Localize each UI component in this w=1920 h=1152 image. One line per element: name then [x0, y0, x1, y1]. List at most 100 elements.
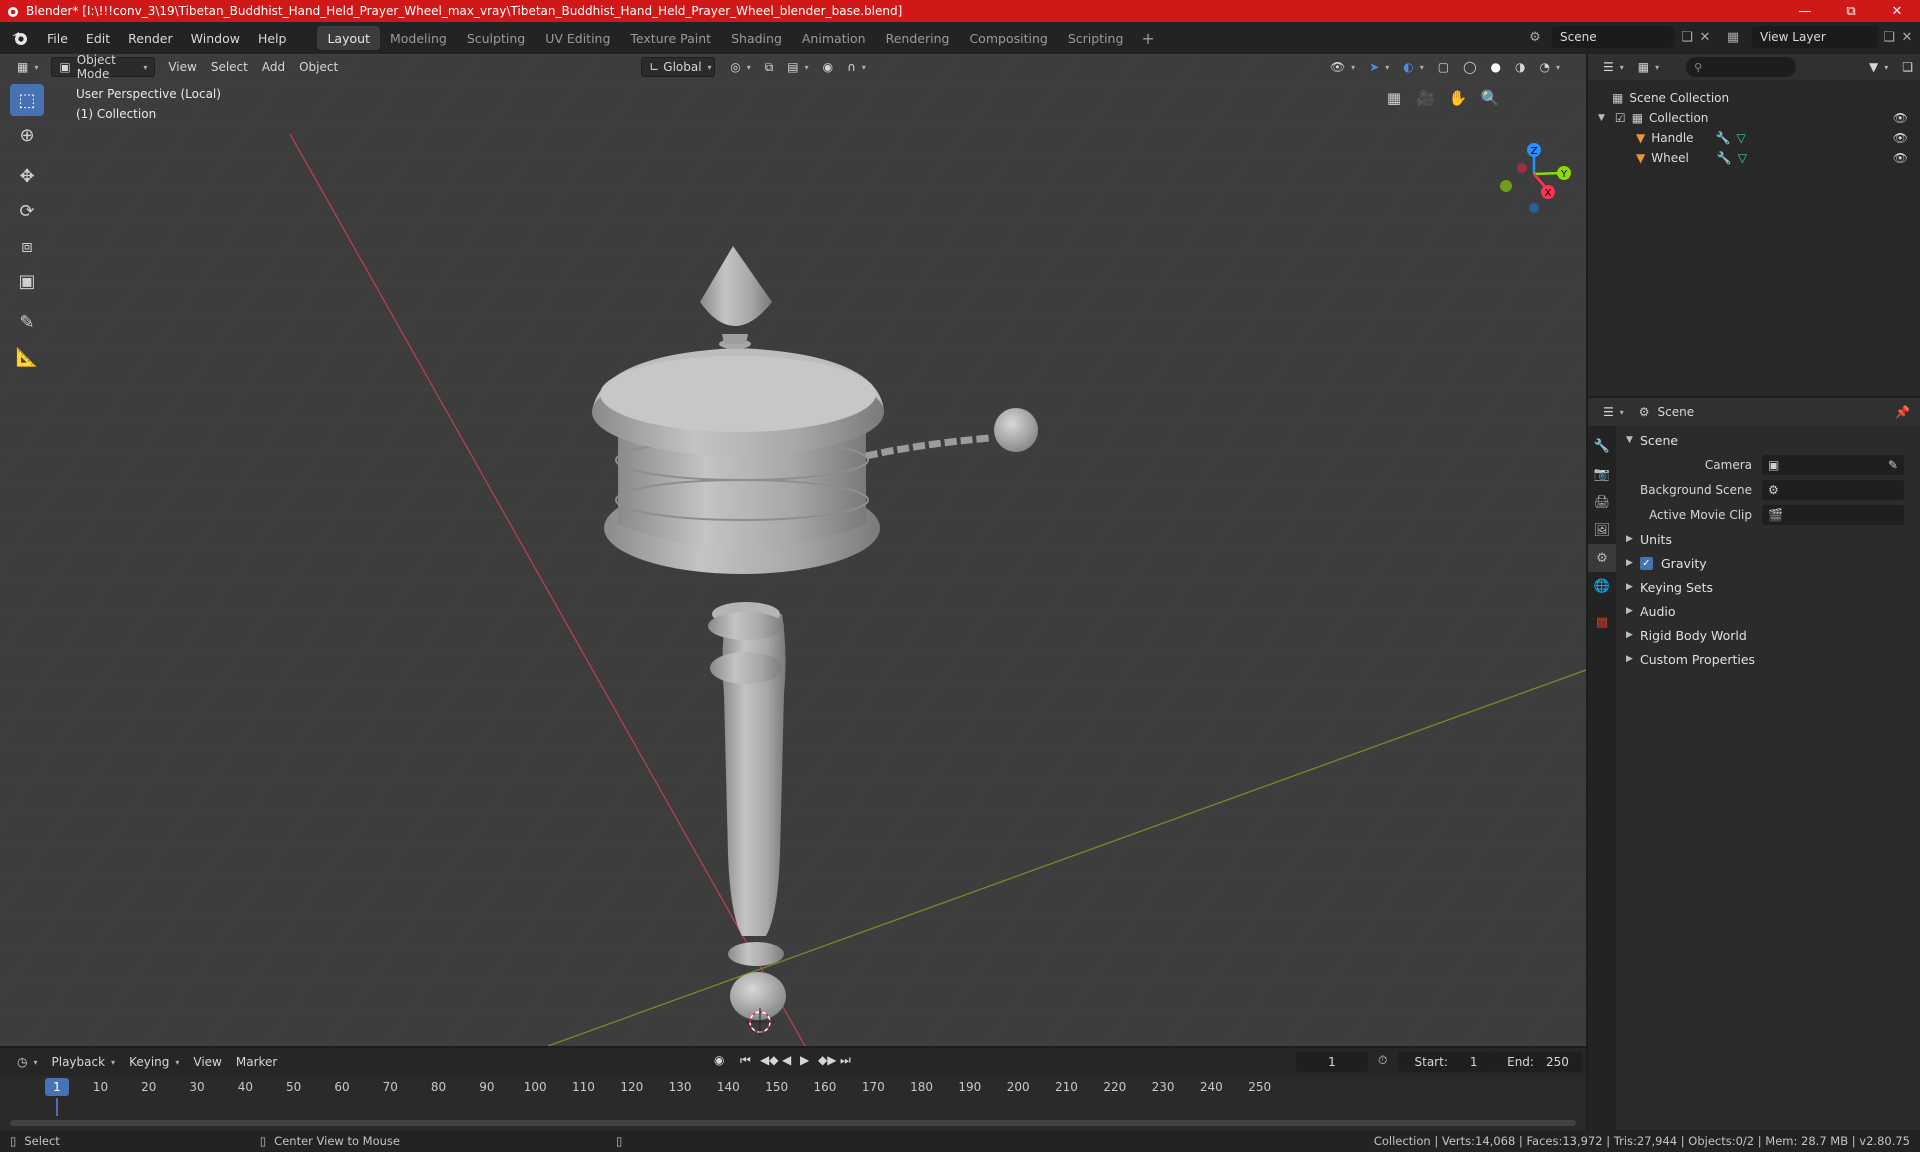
- camera-view-icon[interactable]: 🎥: [1412, 84, 1440, 112]
- active-movie-clip-field[interactable]: 🎬: [1762, 504, 1904, 525]
- record-icon[interactable]: ◉: [714, 1053, 724, 1067]
- gravity-checkbox[interactable]: ✓: [1640, 556, 1653, 570]
- proportional-edit-icon[interactable]: ◉: [816, 57, 840, 77]
- outliner-search-input[interactable]: ⚲: [1686, 57, 1797, 77]
- jump-end-icon[interactable]: ⏭: [840, 1053, 851, 1068]
- preview-range-icon[interactable]: ⏱: [1378, 1053, 1387, 1068]
- menu-view[interactable]: View: [161, 57, 203, 77]
- maximize-button[interactable]: ⧉: [1828, 0, 1874, 22]
- rendered-shading-icon[interactable]: ◔ ▾: [1533, 57, 1568, 77]
- overlay-toggle-icon[interactable]: ◐ ▾: [1396, 57, 1431, 77]
- handle-modifier-icon[interactable]: 🔧: [1716, 131, 1731, 145]
- tab-texture-paint[interactable]: Texture Paint: [620, 26, 721, 50]
- tab-rendering[interactable]: Rendering: [876, 26, 960, 50]
- menu-render[interactable]: Render: [119, 31, 182, 46]
- display-mode-icon[interactable]: ▦ ▾: [1631, 57, 1666, 77]
- menu-keying[interactable]: Keying ▾: [122, 1052, 186, 1072]
- audio-panel-header[interactable]: ▶ Audio: [1616, 599, 1920, 623]
- blender-menu-icon[interactable]: [10, 28, 30, 48]
- play-icon[interactable]: ▶: [800, 1053, 809, 1067]
- collection-checkbox-icon[interactable]: ☑: [1615, 111, 1626, 125]
- pivot-point-icon[interactable]: ◎ ▾: [723, 57, 758, 77]
- zoom-view-icon[interactable]: 🔍: [1476, 84, 1504, 112]
- wheel-modifier-icon[interactable]: 🔧: [1717, 151, 1732, 165]
- end-frame-field[interactable]: End: 250: [1494, 1052, 1582, 1072]
- rotate-tool-icon[interactable]: ⟳: [10, 195, 44, 227]
- handle-mesh-data-icon[interactable]: ▽: [1737, 131, 1746, 145]
- menu-timeline-view[interactable]: View: [186, 1052, 228, 1072]
- material-shading-icon[interactable]: ◑: [1508, 57, 1532, 77]
- timeline-ruler[interactable]: 1 10 20 30 40 50 60 70 80 90 100 110 120 130 140 150 160…: [0, 1076, 1586, 1098]
- menu-playback[interactable]: Playback ▾: [45, 1052, 123, 1072]
- jump-start-icon[interactable]: ⏮: [740, 1053, 751, 1068]
- tab-compositing[interactable]: Compositing: [959, 26, 1057, 50]
- snap-icon[interactable]: ⧉: [758, 57, 781, 77]
- world-properties-tab-icon[interactable]: 🌐: [1588, 572, 1616, 600]
- menu-marker[interactable]: Marker: [229, 1052, 284, 1072]
- timeline-editor-type-icon[interactable]: ◷ ▾: [10, 1052, 45, 1072]
- toggle-grid-icon[interactable]: ▦: [1380, 84, 1408, 112]
- units-panel-header[interactable]: ▶ Units: [1616, 527, 1920, 551]
- rigid-body-world-panel-header[interactable]: ▶ Rigid Body World: [1616, 623, 1920, 647]
- play-reverse-icon[interactable]: ◀: [782, 1053, 791, 1067]
- gizmo-toggle-icon[interactable]: ➤ ▾: [1362, 57, 1396, 77]
- menu-file[interactable]: File: [38, 31, 77, 46]
- delete-scene-icon[interactable]: ✕: [1696, 28, 1714, 46]
- measure-tool-icon[interactable]: 📐: [10, 341, 44, 373]
- tab-sculpting[interactable]: Sculpting: [457, 26, 535, 50]
- tab-uv-editing[interactable]: UV Editing: [535, 26, 620, 50]
- menu-window[interactable]: Window: [182, 31, 249, 46]
- move-tool-icon[interactable]: ✥: [10, 160, 44, 192]
- new-scene-icon[interactable]: ❏: [1678, 28, 1696, 46]
- texture-properties-tab-icon[interactable]: ▩: [1588, 608, 1616, 636]
- pin-icon[interactable]: 📌: [1895, 405, 1910, 419]
- current-frame-field[interactable]: 1: [1296, 1052, 1368, 1072]
- scene-selector-icon[interactable]: ⚙: [1526, 28, 1544, 46]
- handle-visibility-icon[interactable]: 👁: [1893, 131, 1908, 145]
- gravity-panel-header[interactable]: ▶ ✓ Gravity: [1616, 551, 1920, 575]
- properties-editor-type-icon[interactable]: ☰ ▾: [1596, 402, 1631, 422]
- current-frame-indicator[interactable]: 1: [45, 1078, 69, 1096]
- new-view-layer-icon[interactable]: ❏: [1880, 28, 1898, 46]
- minimize-button[interactable]: —: [1782, 0, 1828, 22]
- menu-select[interactable]: Select: [204, 57, 255, 77]
- falloff-icon[interactable]: ∩ ▾: [840, 57, 873, 77]
- collection-expand-icon[interactable]: ▼: [1598, 113, 1605, 123]
- tab-scripting[interactable]: Scripting: [1058, 26, 1134, 50]
- camera-field[interactable]: ▣ ✎: [1762, 454, 1904, 475]
- custom-properties-panel-header[interactable]: ▶ Custom Properties: [1616, 647, 1920, 671]
- snap-target-icon[interactable]: ▤ ▾: [780, 57, 815, 77]
- new-collection-icon[interactable]: ❏: [1895, 57, 1920, 77]
- next-keyframe-icon[interactable]: ◆▶: [818, 1053, 836, 1067]
- visibility-icon[interactable]: 👁 ▾: [1323, 57, 1362, 77]
- scene-properties-tab-icon[interactable]: ⚙: [1588, 544, 1616, 572]
- output-properties-tab-icon[interactable]: 🖨: [1588, 488, 1616, 516]
- menu-edit[interactable]: Edit: [77, 31, 119, 46]
- keying-sets-panel-header[interactable]: ▶ Keying Sets: [1616, 575, 1920, 599]
- transform-orientation-dropdown[interactable]: ∟ Global ▾: [641, 57, 716, 77]
- pan-view-icon[interactable]: ✋: [1444, 84, 1472, 112]
- outliner-row-scene-collection[interactable]: ▦ Scene Collection: [1588, 88, 1920, 108]
- wheel-mesh-data-icon[interactable]: ▽: [1738, 151, 1747, 165]
- view-layer-properties-tab-icon[interactable]: 🖼: [1588, 516, 1616, 544]
- eyedropper-icon[interactable]: ✎: [1888, 458, 1898, 472]
- scene-field[interactable]: Scene: [1552, 26, 1674, 48]
- menu-add[interactable]: Add: [255, 57, 292, 77]
- render-properties-tab-icon[interactable]: 📷: [1588, 460, 1616, 488]
- menu-help[interactable]: Help: [249, 31, 296, 46]
- cursor-tool-icon[interactable]: ⊕: [10, 119, 44, 151]
- solid-shading-icon[interactable]: ●: [1484, 57, 1508, 77]
- wireframe-shading-icon[interactable]: ◯: [1456, 57, 1483, 77]
- 3d-viewport[interactable]: Z Y X ▦ ▾ ▣ Object Mode ▾ View Select Add O…: [0, 54, 1586, 1046]
- outliner-row-wheel[interactable]: ▼ Wheel 🔧 ▽ 👁: [1588, 148, 1920, 168]
- filter-icon[interactable]: ▼ ▾: [1862, 57, 1895, 77]
- tab-modeling[interactable]: Modeling: [380, 26, 457, 50]
- view-layer-field[interactable]: View Layer: [1752, 26, 1878, 48]
- scale-tool-icon[interactable]: ⧈: [10, 230, 44, 262]
- delete-view-layer-icon[interactable]: ✕: [1898, 28, 1916, 46]
- timeline-scrollbar[interactable]: [10, 1120, 1576, 1126]
- start-frame-field[interactable]: Start: 1: [1398, 1052, 1494, 1072]
- collection-visibility-icon[interactable]: 👁: [1893, 111, 1908, 125]
- prev-keyframe-icon[interactable]: ◀◆: [760, 1053, 778, 1067]
- menu-object[interactable]: Object: [292, 57, 345, 77]
